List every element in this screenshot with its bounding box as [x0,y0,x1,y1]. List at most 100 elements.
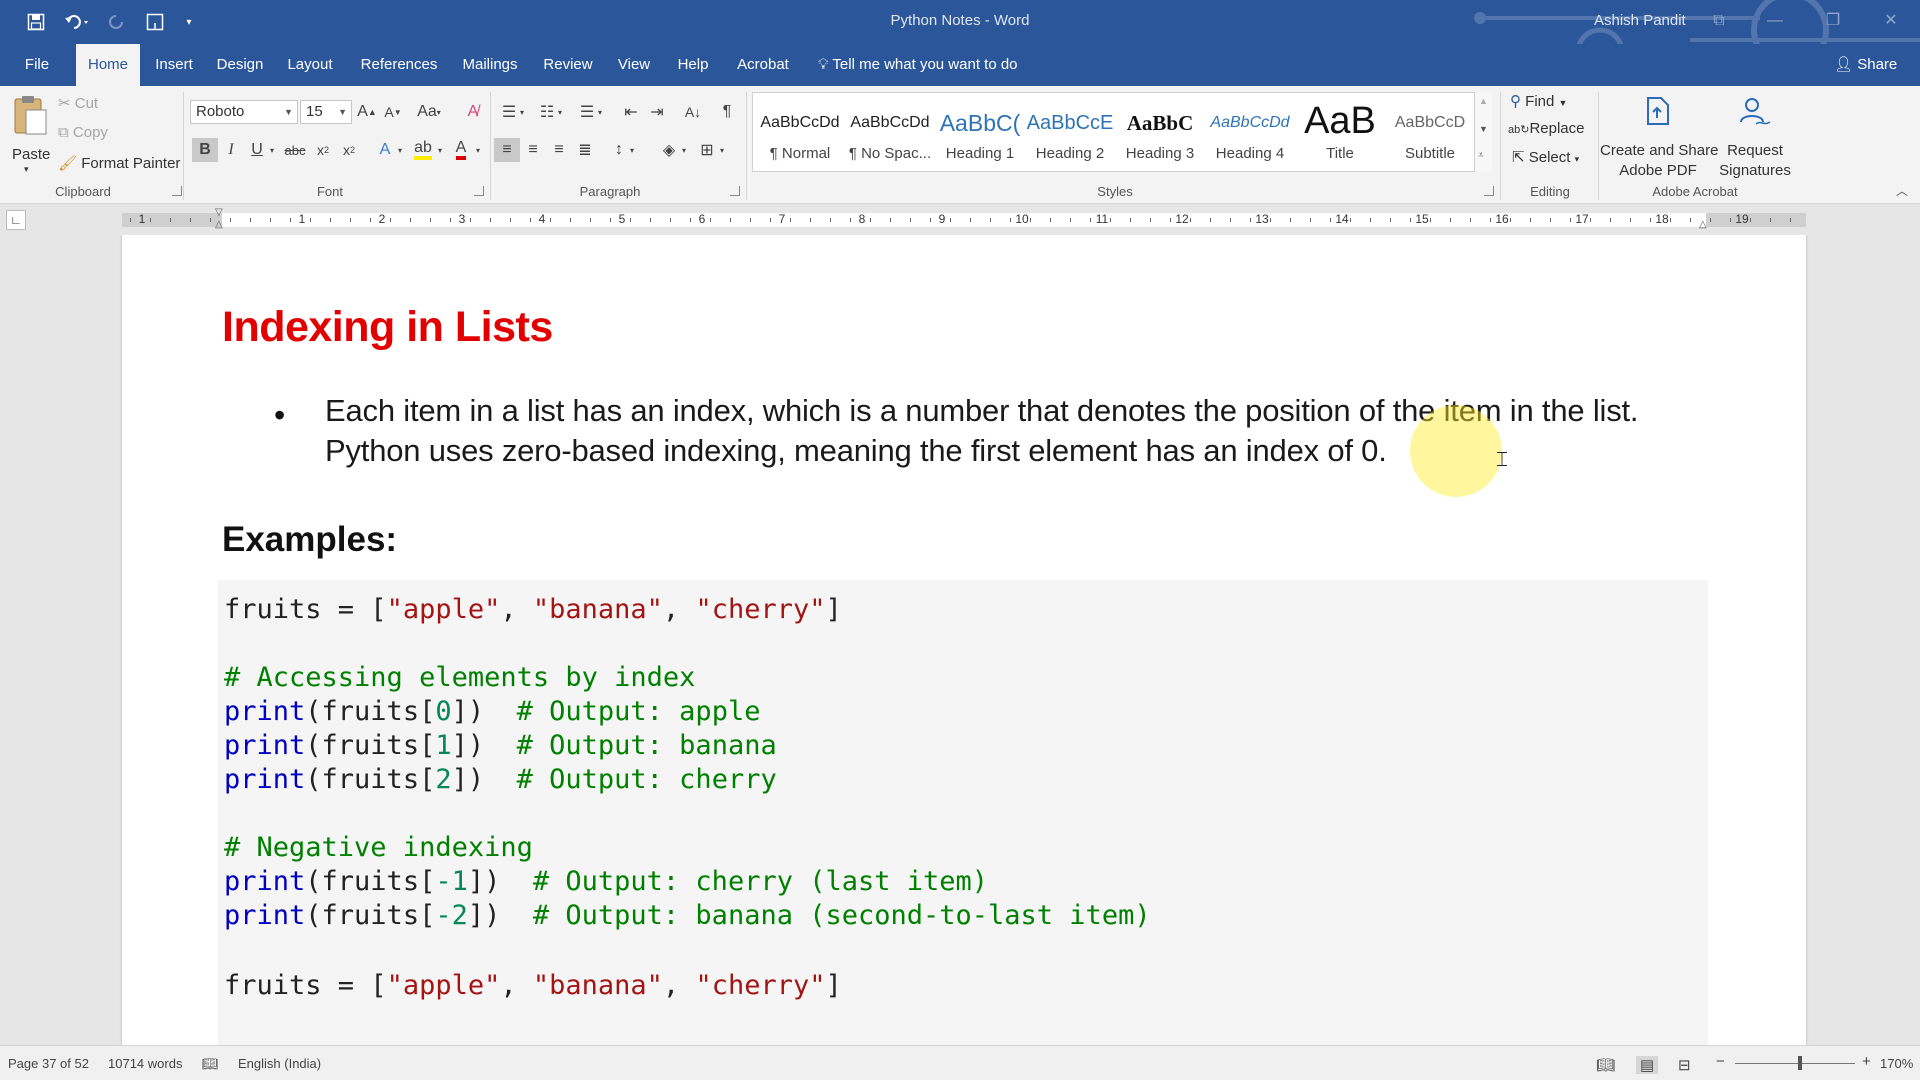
strikethrough-icon[interactable]: abc [282,138,308,162]
highlight-dropdown-icon[interactable]: ▾ [434,138,446,162]
line-spacing-dropdown-icon[interactable]: ▾ [626,138,638,162]
shading-dropdown-icon[interactable]: ▾ [678,138,690,162]
sort-icon[interactable]: A↓ [680,100,706,124]
bold-icon[interactable]: B [192,138,218,162]
tab-help[interactable]: Help [668,44,718,86]
font-color-icon[interactable]: A [448,138,474,162]
font-size-select[interactable]: 15 ▼ [300,100,352,124]
shrink-font-icon[interactable]: A ▼ [380,100,406,124]
replace-button[interactable]: ab↻Replace [1508,120,1585,137]
zoom-slider[interactable] [1735,1063,1855,1064]
right-indent-marker[interactable]: △ [1699,219,1707,230]
page-count[interactable]: Page 37 of 52 [8,1056,89,1071]
numbering-dropdown-icon[interactable]: ▾ [554,100,566,124]
clipboard-launcher-icon[interactable] [172,186,182,196]
zoom-slider-thumb[interactable] [1798,1056,1802,1070]
styles-launcher-icon[interactable] [1484,186,1494,196]
show-formatting-icon[interactable]: ¶ [714,100,740,124]
highlight-icon[interactable]: ab [410,138,436,162]
collapse-ribbon-icon[interactable]: ︿ [1896,182,1908,199]
select-button[interactable]: ⇱ Select ▾ [1512,148,1579,166]
zoom-level[interactable]: 170% [1880,1056,1913,1071]
ribbon-display-icon[interactable]: ⧉ [1704,8,1734,34]
format-painter-button[interactable]: 🖌︎ Format Painter [58,154,180,172]
word-count[interactable]: 10714 words [108,1056,182,1071]
request-signatures-button[interactable]: Request Signatures [1718,92,1792,184]
proofing-icon[interactable]: 📖︎ [202,1056,219,1072]
decrease-indent-icon[interactable]: ⇤ [618,100,644,124]
share-button[interactable]: 👤︎ Share [1834,44,1897,86]
tab-acrobat[interactable]: Acrobat [728,44,798,86]
cut-button[interactable]: ✂ Cut [58,94,98,112]
bullets-dropdown-icon[interactable]: ▾ [516,100,528,124]
align-right-icon[interactable]: ≡ [546,138,572,162]
tab-mailings[interactable]: Mailings [454,44,526,86]
style-sample: AaBbC [1126,111,1194,135]
justify-icon[interactable]: ≣ [572,138,598,162]
horizontal-ruler[interactable]: 1 1 2 3 4 5 6 7 8 9 10 11 12 13 14 15 16 17 18 19 ▽ △ △ [122,207,1806,230]
ruler-tick [810,218,811,222]
grow-font-icon[interactable]: A ▲ [354,100,380,124]
subscript-icon[interactable]: x2 [310,138,336,162]
font-family-select[interactable]: Roboto ▼ [190,100,298,124]
superscript-icon[interactable]: x2 [336,138,362,162]
tab-selector[interactable]: ∟ [6,210,26,230]
web-layout-icon[interactable]: ⊟ [1678,1056,1691,1074]
tab-review[interactable]: Review [538,44,598,86]
scroll-down-icon[interactable]: ▼ [1479,124,1488,134]
copy-button[interactable]: ⧉ Copy [58,124,108,141]
tab-file[interactable]: File [16,44,58,86]
tell-me-search[interactable]: 💡︎ Tell me what you want to do [818,44,1018,86]
scroll-up-icon[interactable]: ▲ [1479,96,1488,106]
change-case-icon[interactable]: Aa ▾ [414,100,444,124]
section-heading: Indexing in Lists [222,303,553,351]
italic-icon[interactable]: I [218,138,244,162]
borders-dropdown-icon[interactable]: ▾ [716,138,728,162]
minimize-icon[interactable]: — [1760,8,1790,34]
styles-gallery-scroll[interactable]: ▲ ▼ ⩡ [1474,92,1492,172]
tab-references[interactable]: References [356,44,442,86]
more-styles-icon[interactable]: ⩡ [1478,150,1484,161]
increase-indent-icon[interactable]: ⇥ [644,100,670,124]
paragraph-launcher-icon[interactable] [730,186,740,196]
find-button[interactable]: ⚲ Find ▼ [1510,92,1567,110]
zoom-out-icon[interactable]: − [1716,1053,1725,1070]
multilevel-dropdown-icon[interactable]: ▾ [594,100,606,124]
document-area[interactable]: Indexing in Lists • Each item in a list … [0,235,1920,1045]
tab-layout[interactable]: Layout [280,44,340,86]
restore-icon[interactable]: ❐ [1818,8,1848,34]
align-left-icon[interactable]: ≡ [494,138,520,162]
hanging-indent-marker[interactable]: △ [215,219,223,230]
tab-view[interactable]: View [610,44,658,86]
paste-dropdown-icon[interactable]: ▾ [24,164,29,175]
language-indicator[interactable]: English (India) [238,1056,321,1071]
style-no-spacing[interactable]: AaBbCcDd ¶ No Spac... [845,93,935,171]
text-effects-dropdown-icon[interactable]: ▾ [394,138,406,162]
tab-insert[interactable]: Insert [148,44,200,86]
style-subtitle[interactable]: AaBbCcD Subtitle [1385,93,1475,171]
style-title[interactable]: AaB Title [1295,93,1385,171]
tab-design[interactable]: Design [210,44,270,86]
underline-dropdown-icon[interactable]: ▾ [266,138,278,162]
style-heading-3[interactable]: AaBbC Heading 3 [1115,93,1205,171]
read-mode-icon[interactable]: 📖︎ [1596,1056,1615,1074]
style-heading-1[interactable]: AaBbC( Heading 1 [935,93,1025,171]
align-center-icon[interactable]: ≡ [520,138,546,162]
close-icon[interactable]: ✕ [1876,8,1906,34]
ruler-number: 6 [698,212,706,226]
first-line-indent-marker[interactable]: ▽ [215,207,223,218]
font-color-dropdown-icon[interactable]: ▾ [472,138,484,162]
style-normal[interactable]: AaBbCcDd ¶ Normal [755,93,845,171]
clear-formatting-icon[interactable]: A̸ [460,100,486,124]
user-name[interactable]: Ashish Pandit [1594,12,1686,29]
paste-button[interactable]: Paste ▾ [8,92,50,184]
font-launcher-icon[interactable] [474,186,484,196]
zoom-in-icon[interactable]: + [1862,1053,1871,1070]
create-share-pdf-button[interactable]: Create and Share Adobe PDF [1600,92,1718,184]
style-heading-2[interactable]: AaBbCcE Heading 2 [1025,93,1115,171]
style-heading-4[interactable]: AaBbCcDd Heading 4 [1205,93,1295,171]
tab-home[interactable]: Home [76,44,140,86]
document-page[interactable]: Indexing in Lists • Each item in a list … [122,235,1806,1045]
ruler-tick [890,218,891,222]
print-layout-icon[interactable]: ▤ [1636,1056,1659,1074]
